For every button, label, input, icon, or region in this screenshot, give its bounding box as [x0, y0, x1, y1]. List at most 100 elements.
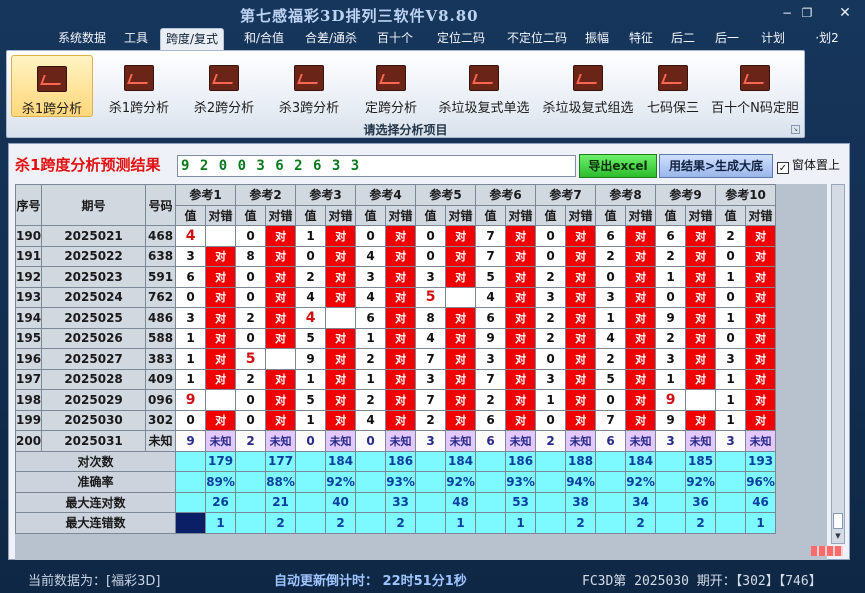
- generate-base-button[interactable]: 用结果>生成大底: [659, 154, 773, 178]
- correct-mark-cell: 对: [325, 286, 357, 308]
- correct-mark-cell: 对: [505, 245, 537, 267]
- table-row[interactable]: 195 2025026 588 1 对 0 对 5 对 1 对 4 对 9 对 2 对 4 对 2 对 0 对: [15, 327, 777, 349]
- stats-value: 92%: [445, 471, 477, 493]
- ribbon-button-0[interactable]: 杀1跨分析: [11, 55, 93, 117]
- analysis-grid: 序号 期号 号码 参考1 参考2 参考3 参考4 参考5 参考6 参考7 参考8 参考9 参考10 值对错…: [15, 184, 827, 560]
- table-row[interactable]: 192 2025023 591 6 对 0 对 2 对 3 对 3 对 5 对 2 对 0 对 1 对 1 对: [15, 266, 777, 288]
- table-row[interactable]: 193 2025024 762 0 对 0 对 4 对 4 对 5 4 对 3 对 3 对 0 对 0 对: [15, 286, 777, 308]
- window-on-top-checkbox[interactable]: ✓ 窗体置上: [777, 156, 840, 174]
- ref-value-cell: 7: [475, 245, 507, 267]
- ribbon-button-4[interactable]: 定跨分析: [351, 55, 431, 117]
- stats-spacer: [715, 491, 747, 513]
- table-row[interactable]: 190 2025021 468 4 0 对 1 对 0 对 0 对 7 对 0 对 6 对 6 对 2 对: [15, 225, 777, 247]
- correct-mark-cell: 对: [325, 389, 357, 411]
- ref-value-cell: 6: [655, 225, 687, 247]
- ref-value-cell: 2: [715, 225, 747, 247]
- stats-spacer: [355, 491, 387, 513]
- stats-value: 34: [625, 491, 657, 513]
- export-excel-button[interactable]: 导出excel: [579, 154, 657, 178]
- scroll-down-icon[interactable]: ▼: [833, 531, 843, 541]
- predicted-value-cell: 0: [295, 430, 327, 452]
- ref-value-cell: 1: [295, 225, 327, 247]
- scrollbar-thumb[interactable]: [833, 513, 843, 529]
- menu-item-4[interactable]: 合差/通杀: [300, 28, 362, 50]
- ref-value-cell: 3: [175, 307, 207, 329]
- ref-value-cell: 0: [415, 225, 447, 247]
- menu-item-2[interactable]: 跨度/复式: [160, 28, 224, 50]
- header-value: 值: [175, 204, 207, 226]
- selected-cell[interactable]: [175, 512, 207, 534]
- table-row[interactable]: 191 2025022 638 3 对 8 对 0 对 4 对 0 对 7 对 0 对 2 对 2 对 0 对: [15, 245, 777, 267]
- ribbon-expand-icon[interactable]: ↘: [791, 125, 800, 134]
- table-row[interactable]: 198 2025029 096 9 0 对 5 对 2 对 7 对 2 对 1 对 0 对 9 1 对: [15, 389, 777, 411]
- correct-mark-cell: 对: [565, 409, 597, 431]
- close-button[interactable]: ✕: [834, 4, 856, 22]
- ribbon-button-2[interactable]: 杀2跨分析: [183, 55, 265, 117]
- wrong-mark-cell: [265, 348, 297, 370]
- correct-mark-cell: 对: [325, 225, 357, 247]
- ref-value-cell: 2: [235, 307, 267, 329]
- ribbon-button-7[interactable]: 七码保三: [641, 55, 705, 117]
- table-row[interactable]: 197 2025028 409 1 对 2 对 1 对 1 对 3 对 7 对 3 对 5 对 1 对 1 对: [15, 368, 777, 390]
- wrong-mark-cell: [205, 225, 237, 247]
- prediction-row[interactable]: 200 2025031 未知 9 未知 2 未知 0 未知 0 未知 3 未知 6 未知 2 未知 6 未知 3 未知 3…: [15, 430, 777, 452]
- menu-item-7[interactable]: 不定位二码: [502, 28, 572, 50]
- ref-value-cell: 1: [175, 327, 207, 349]
- stats-spacer: [475, 450, 507, 472]
- ref-value-cell: 5: [415, 286, 447, 308]
- ribbon-button-label: 七码保三: [646, 101, 699, 116]
- row-index: 197: [15, 368, 43, 390]
- correct-mark-cell: 对: [745, 389, 777, 411]
- table-row[interactable]: 199 2025030 302 0 对 0 对 1 对 4 对 2 对 6 对 0 对 7 对 9 对 1 对: [15, 409, 777, 431]
- header-result: 对错: [385, 204, 417, 226]
- chart-icon: [37, 66, 67, 92]
- header-result: 对错: [625, 204, 657, 226]
- stats-spacer: [475, 491, 507, 513]
- menu-item-13[interactable]: ·划2: [812, 28, 842, 50]
- menu-item-6[interactable]: 定位二码: [432, 28, 490, 50]
- checkbox-check-icon[interactable]: ✓: [777, 162, 789, 174]
- correct-mark-cell: 对: [685, 409, 717, 431]
- stats-spacer: [535, 450, 567, 472]
- ribbon-button-1[interactable]: 杀1跨分析: [98, 55, 180, 117]
- correct-mark-cell: 对: [685, 348, 717, 370]
- predicted-value-cell: 3: [655, 430, 687, 452]
- stats-value: 2: [565, 512, 597, 534]
- correct-mark-cell: 对: [505, 307, 537, 329]
- row-code: 383: [145, 348, 177, 370]
- header-code: 号码: [145, 184, 177, 226]
- menu-item-10[interactable]: 后二: [668, 28, 698, 50]
- analysis-panel: 杀1跨度分析预测结果 9 2 0 0 3 6 2 6 3 3 导出excel 用…: [8, 143, 850, 560]
- stats-spacer: [415, 450, 447, 472]
- table-row[interactable]: 196 2025027 383 1 对 5 9 对 2 对 7 对 3 对 0 对 2 对 3 对 3 对: [15, 348, 777, 370]
- menu-item-12[interactable]: 计划: [756, 28, 790, 50]
- correct-mark-cell: 对: [625, 409, 657, 431]
- stats-spacer: [655, 491, 687, 513]
- menu-item-8[interactable]: 振幅: [580, 28, 614, 50]
- menu-item-11[interactable]: 后一: [712, 28, 742, 50]
- ref-value-cell: 1: [535, 389, 567, 411]
- menu-item-5[interactable]: 百十个: [376, 28, 414, 50]
- ref-value-cell: 0: [595, 266, 627, 288]
- ribbon-button-8[interactable]: 百十个N码定胆: [707, 55, 803, 117]
- ribbon-button-5[interactable]: 杀垃圾复式单选: [433, 55, 535, 117]
- menu-item-0[interactable]: 系统数据: [54, 28, 110, 50]
- table-row[interactable]: 194 2025025 486 3 对 2 对 4 6 对 8 对 6 对 2 对 1 对 9 对 1 对: [15, 307, 777, 329]
- correct-mark-cell: 对: [505, 225, 537, 247]
- correct-mark-cell: 对: [685, 368, 717, 390]
- menu-item-9[interactable]: 特征: [624, 28, 658, 50]
- maximize-button[interactable]: ❐: [796, 4, 818, 22]
- ref-value-cell: 4: [475, 286, 507, 308]
- stats-value: 2: [685, 512, 717, 534]
- ribbon-button-6[interactable]: 杀垃圾复式组选: [537, 55, 639, 117]
- menu-item-1[interactable]: 工具: [121, 28, 151, 50]
- prediction-result-field[interactable]: 9 2 0 0 3 6 2 6 3 3: [177, 155, 576, 177]
- ribbon-button-3[interactable]: 杀3跨分析: [268, 55, 350, 117]
- minimize-button[interactable]: −: [776, 4, 798, 22]
- stats-value: 93%: [505, 471, 537, 493]
- ref-value-cell: 1: [295, 409, 327, 431]
- menu-item-3[interactable]: 和/合值: [240, 28, 288, 50]
- vertical-scrollbar[interactable]: ▼: [831, 184, 845, 544]
- unknown-result-cell: 未知: [205, 430, 237, 452]
- correct-mark-cell: 对: [445, 409, 477, 431]
